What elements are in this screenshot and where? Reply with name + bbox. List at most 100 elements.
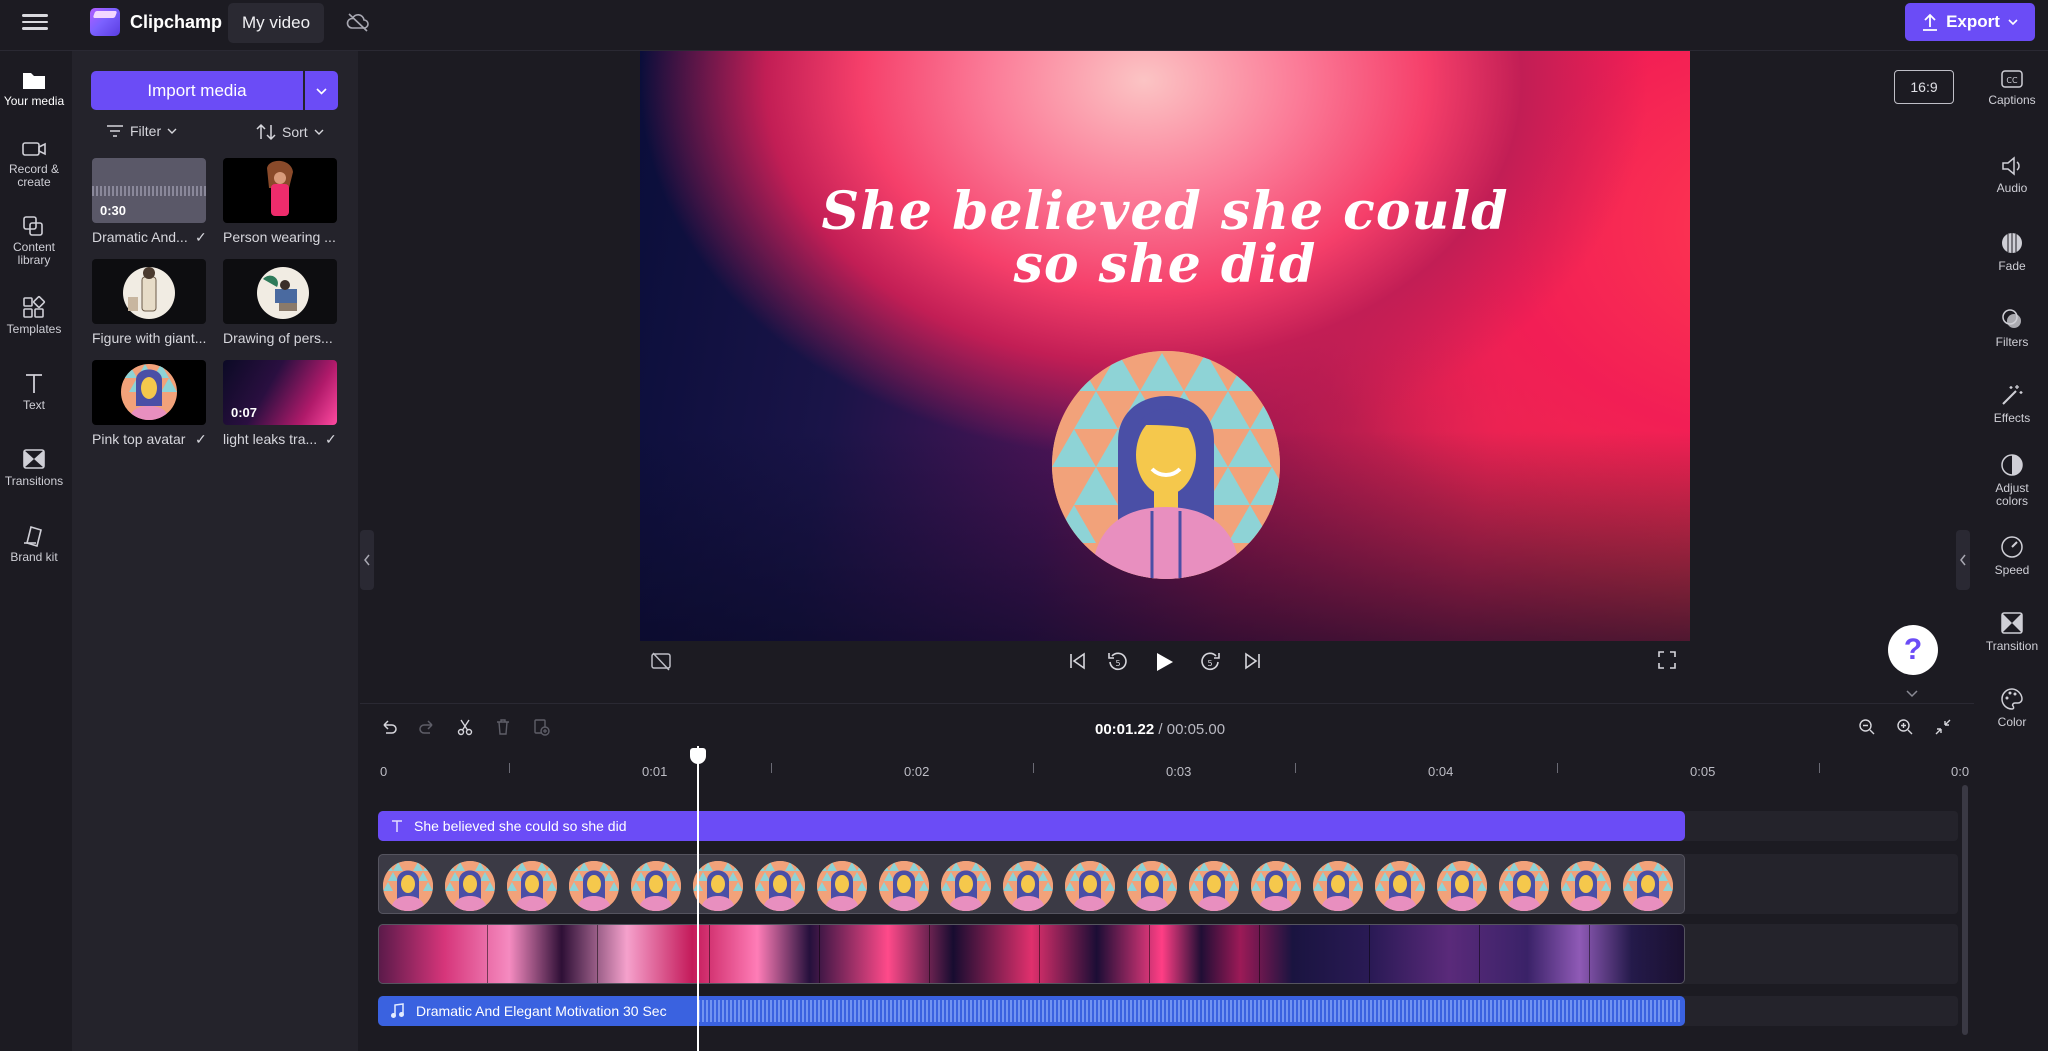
trash-icon[interactable] — [494, 718, 512, 736]
menu-icon[interactable] — [22, 10, 48, 36]
prop-label: Audio — [1996, 181, 2028, 195]
undo-icon[interactable] — [380, 718, 398, 736]
prop-speed[interactable]: Speed — [1976, 535, 2048, 577]
media-item-figure[interactable] — [92, 259, 206, 324]
duplicate-icon[interactable] — [532, 718, 550, 736]
avatar-frame — [755, 861, 805, 911]
nav-text[interactable]: Text — [0, 371, 68, 412]
skip-back-icon[interactable] — [1066, 650, 1088, 672]
sort-button[interactable]: Sort — [256, 123, 324, 141]
forward-5-icon[interactable]: 5 — [1198, 650, 1222, 674]
check-icon: ✓ — [325, 431, 337, 447]
text-icon — [26, 374, 42, 393]
collapse-left-panel-button[interactable] — [360, 530, 374, 590]
media-item-drawing[interactable] — [223, 259, 337, 324]
export-button[interactable]: Export — [1905, 3, 2035, 41]
media-item-light-leaks[interactable]: 0:07 — [223, 360, 337, 425]
filter-label: Filter — [130, 123, 162, 139]
scissors-icon[interactable] — [456, 718, 474, 736]
prop-fade[interactable]: Fade — [1976, 231, 2048, 273]
ruler-label: 0:0 — [1951, 764, 1970, 779]
timeline-scrollbar[interactable] — [1962, 785, 1968, 1035]
media-item-avatar[interactable] — [92, 360, 206, 425]
prop-transition[interactable]: Transition — [1976, 611, 2048, 653]
avatar-clip[interactable] — [378, 854, 1685, 914]
nav-brand-kit[interactable]: Brand kit — [0, 523, 68, 564]
brand-name: Clipchamp — [130, 11, 223, 32]
nav-your-media[interactable]: Your media — [0, 69, 68, 108]
sort-icon — [256, 123, 276, 141]
cloud-off-icon[interactable] — [346, 12, 370, 32]
project-name-field[interactable]: My video — [228, 3, 325, 43]
import-dropdown-button[interactable] — [305, 71, 338, 110]
zoom-in-icon[interactable] — [1896, 718, 1914, 736]
help-button[interactable]: ? — [1888, 625, 1938, 675]
skip-forward-icon[interactable] — [1242, 650, 1264, 672]
text-icon — [392, 820, 402, 832]
total-time: / 00:05.00 — [1154, 721, 1226, 738]
chevron-down-icon[interactable] — [1904, 688, 1920, 700]
nav-templates[interactable]: Templates — [0, 295, 68, 336]
redo-icon[interactable] — [418, 718, 436, 736]
svg-text:5: 5 — [1115, 659, 1120, 668]
prop-color[interactable]: Color — [1976, 687, 2048, 729]
ruler-label: 0:02 — [904, 764, 930, 779]
prop-audio[interactable]: Audio — [1976, 155, 2048, 195]
caption-text-line2[interactable]: so she did — [640, 234, 1690, 295]
check-icon: ✓ — [195, 431, 207, 447]
avatar-frame — [693, 861, 743, 911]
magic-wand-icon — [2002, 385, 2023, 405]
media-item-audio[interactable]: 0:30 — [92, 158, 206, 223]
fullscreen-icon[interactable] — [1657, 650, 1677, 670]
fit-timeline-icon[interactable] — [1934, 718, 1952, 736]
text-clip[interactable]: She believed she could so she did — [378, 811, 1685, 841]
zoom-out-icon[interactable] — [1858, 718, 1876, 736]
zoom-controls — [1858, 718, 1952, 736]
caption-toggle-icon[interactable] — [650, 650, 672, 672]
frame-divider — [1479, 925, 1480, 983]
ruler-tick — [1295, 763, 1296, 773]
transition-icon — [2001, 612, 2023, 634]
filter-button[interactable]: Filter — [106, 123, 177, 139]
import-media-button[interactable]: Import media — [91, 71, 303, 110]
audio-clip[interactable]: Dramatic And Elegant Motivation 30 Sec — [378, 996, 1685, 1026]
export-label: Export — [1946, 12, 2000, 31]
video-preview[interactable]: She believed she could so she did — [640, 51, 1690, 641]
fade-icon — [2002, 233, 2022, 253]
prop-captions[interactable]: CC Captions — [1976, 69, 2048, 107]
timeline-ruler[interactable]: 0 0:01 0:02 0:03 0:04 0:05 0:0 — [378, 759, 1973, 789]
play-icon[interactable] — [1152, 650, 1176, 674]
music-note-icon — [391, 1003, 404, 1018]
frame-divider — [819, 925, 820, 983]
nav-transitions[interactable]: Transitions — [0, 447, 68, 488]
nav-label: Brand kit — [10, 550, 58, 564]
avatar-frame — [1127, 861, 1177, 911]
media-label: Figure with giant... — [92, 330, 207, 346]
caption-text-line1[interactable]: She believed she could — [640, 181, 1690, 242]
collapse-right-panel-button[interactable] — [1956, 530, 1970, 590]
light-leaks-clip[interactable] — [378, 924, 1685, 984]
playhead[interactable] — [697, 746, 699, 1051]
speedometer-icon — [2001, 536, 2023, 558]
avatar-frame — [1313, 861, 1363, 911]
nav-label: Record & — [8, 162, 60, 176]
media-item-person[interactable] — [223, 158, 337, 223]
prop-adjust-colors[interactable]: Adjust colors — [1976, 453, 2048, 508]
media-label: light leaks tra... — [223, 431, 318, 447]
frame-divider — [1589, 925, 1590, 983]
prop-effects[interactable]: Effects — [1976, 383, 2048, 425]
aspect-ratio-button[interactable]: 16:9 — [1894, 70, 1954, 104]
chevron-down-icon — [2008, 19, 2018, 26]
frame-divider — [1259, 925, 1260, 983]
nav-record-create[interactable]: Record & create — [0, 139, 68, 189]
nav-content-library[interactable]: Content library — [0, 215, 68, 267]
prop-filters[interactable]: Filters — [1976, 307, 2048, 349]
rewind-5-icon[interactable]: 5 — [1106, 650, 1130, 674]
avatar-frame — [507, 861, 557, 911]
avatar-sticker[interactable] — [1052, 351, 1280, 579]
playhead-handle[interactable] — [690, 748, 706, 764]
folder-icon — [23, 73, 45, 89]
ruler-label: 0:01 — [642, 764, 668, 779]
prop-label: Color — [1997, 715, 2027, 729]
ruler-tick — [1033, 763, 1034, 773]
